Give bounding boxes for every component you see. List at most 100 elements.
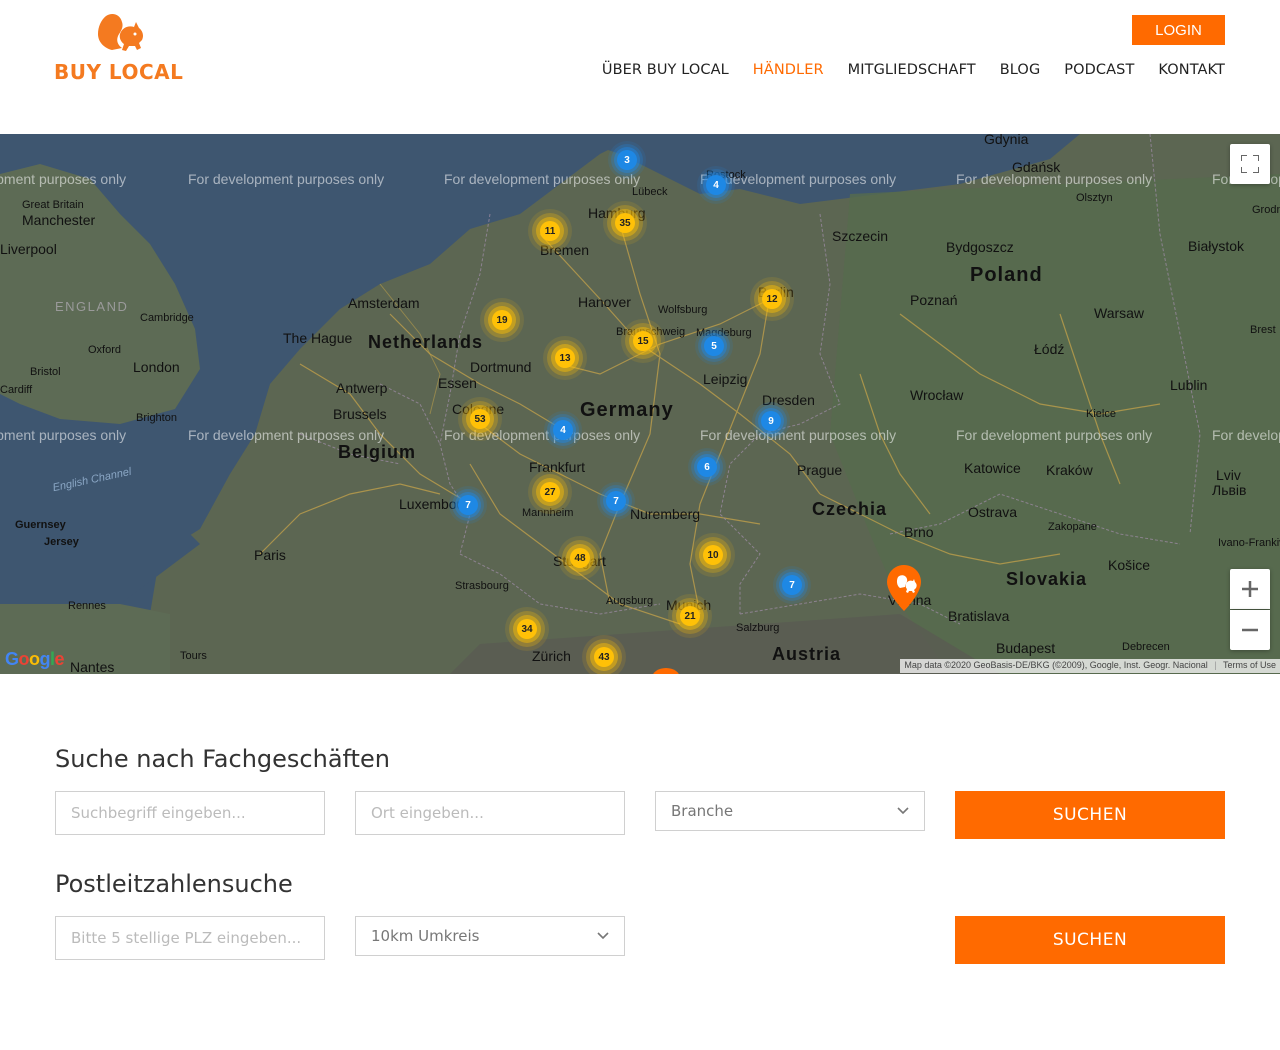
- chevron-down-icon: [597, 932, 609, 940]
- plus-icon: [1242, 581, 1258, 597]
- map-label-city: Jersey: [44, 536, 79, 548]
- map-label-city: Rennes: [68, 600, 106, 612]
- map-label-city: The Hague: [283, 330, 353, 346]
- category-select-value: Branche: [671, 802, 734, 820]
- nav-item-mitgliedschaft[interactable]: MITGLIEDSCHAFT: [848, 62, 976, 78]
- nav-item-haendler[interactable]: HÄNDLER: [753, 62, 824, 78]
- map-label-city: Mannheim: [522, 507, 574, 519]
- map-cluster[interactable]: 27: [540, 482, 560, 502]
- location-input[interactable]: [355, 791, 625, 835]
- zoom-in-button[interactable]: [1230, 569, 1270, 609]
- map-cluster[interactable]: 7: [458, 495, 478, 515]
- minus-icon: [1242, 628, 1258, 632]
- category-select[interactable]: Branche: [655, 791, 925, 831]
- map-label-country: Poland: [970, 264, 1043, 286]
- map-label-city: Brighton: [136, 412, 177, 424]
- map-label-city: Poznań: [910, 292, 958, 308]
- map-label-city: Lübeck: [632, 186, 668, 198]
- map-label-city: Paris: [254, 547, 286, 563]
- map-label-city: Olsztyn: [1076, 192, 1113, 204]
- map-cluster[interactable]: 9: [761, 411, 781, 431]
- map-cluster[interactable]: 19: [492, 310, 512, 330]
- map-cluster[interactable]: 13: [555, 348, 575, 368]
- keyword-input[interactable]: [55, 791, 325, 835]
- map-watermark: For development purposes only: [444, 427, 641, 443]
- location-pin-icon[interactable]: [652, 668, 680, 674]
- map-label-city: Salzburg: [736, 622, 780, 634]
- map-label-region: ENGLAND: [55, 299, 129, 314]
- map-label-city: Tours: [180, 650, 207, 662]
- fullscreen-button[interactable]: [1230, 144, 1270, 184]
- map-label-city: Katowice: [964, 460, 1021, 476]
- map-label-city: Gdańsk: [1012, 159, 1061, 175]
- map-label-city: Bremen: [540, 242, 590, 258]
- map-cluster[interactable]: 7: [782, 575, 802, 595]
- map-label-city: Antwerp: [336, 380, 388, 396]
- map-label-city: London: [133, 359, 180, 375]
- map-watermark: For development purposes only: [956, 427, 1153, 443]
- map-label-city: Frankfurt: [529, 459, 586, 475]
- map-cluster[interactable]: 43: [594, 647, 614, 667]
- map-cluster[interactable]: 48: [570, 548, 590, 568]
- map-label-city: Cambridge: [140, 312, 194, 324]
- map-label-city: Zürich: [532, 648, 571, 664]
- map-cluster[interactable]: 35: [615, 213, 635, 233]
- nav-item-blog[interactable]: BLOG: [1000, 62, 1041, 78]
- map-cluster[interactable]: 34: [517, 619, 537, 639]
- location-pin-icon[interactable]: [887, 565, 921, 611]
- map-label-city: Bratislava: [948, 608, 1010, 624]
- map-cluster[interactable]: 3: [617, 150, 637, 170]
- map-label-city: Nantes: [70, 659, 115, 674]
- nav-item-ueber-buy-local[interactable]: ÜBER BUY LOCAL: [602, 62, 729, 78]
- map-label-city: Wrocław: [910, 387, 964, 403]
- map-attribution: Map data ©2020 GeoBasis-DE/BKG (©2009), …: [900, 659, 1280, 673]
- map-cluster[interactable]: 4: [706, 175, 726, 195]
- map-cluster[interactable]: 21: [680, 606, 700, 626]
- squirrel-icon: [98, 14, 143, 51]
- map-cluster[interactable]: 15: [633, 331, 653, 351]
- map-label-city: Kraków: [1046, 462, 1093, 478]
- map-label-city: Ostrava: [968, 504, 1018, 520]
- plz-search-button[interactable]: SUCHEN: [955, 916, 1225, 964]
- terms-link[interactable]: Terms of Use: [1223, 660, 1276, 670]
- zoom-out-button[interactable]: [1230, 610, 1270, 650]
- plz-input[interactable]: [55, 916, 325, 960]
- map-cluster[interactable]: 53: [470, 409, 490, 429]
- map-label-city: Brest: [1250, 324, 1276, 336]
- map-label-city: Prague: [797, 462, 843, 478]
- map-cluster[interactable]: 11: [540, 221, 560, 241]
- map-cluster[interactable]: 12: [762, 289, 782, 309]
- login-button[interactable]: LOGIN: [1132, 15, 1225, 45]
- map-cluster[interactable]: 5: [704, 336, 724, 356]
- map-cluster[interactable]: 4: [553, 420, 573, 440]
- nav-item-kontakt[interactable]: KONTAKT: [1158, 62, 1225, 78]
- radius-select[interactable]: 10km Umkreis: [355, 916, 625, 956]
- plz-title: Postleitzahlensuche: [55, 870, 293, 898]
- map-label-country: Belgium: [338, 442, 417, 462]
- map-label-country: Austria: [772, 644, 842, 664]
- map-label-city: Brno: [904, 524, 934, 540]
- map-cluster[interactable]: 10: [703, 545, 723, 565]
- map-label-city: Oxford: [88, 344, 122, 356]
- map-label-city: Hanover: [578, 294, 631, 310]
- map-label-country: Czechia: [812, 499, 888, 519]
- logo-text: BUY LOCAL: [54, 60, 184, 84]
- map-label-city: Bydgoszcz: [946, 239, 1014, 255]
- map-label-city: Lviv: [1216, 467, 1241, 483]
- merchant-map[interactable]: For development purposes only For develo…: [0, 134, 1280, 674]
- map-label-city: Augsburg: [606, 595, 654, 607]
- nav-item-podcast[interactable]: PODCAST: [1064, 62, 1134, 78]
- map-label-city: Lublin: [1170, 377, 1208, 393]
- map-label-country: Slovakia: [1006, 569, 1088, 589]
- map-cluster[interactable]: 6: [697, 457, 717, 477]
- map-watermark: For development purposes only: [0, 171, 127, 187]
- google-logo[interactable]: Google: [5, 649, 65, 670]
- map-label-city: Brussels: [333, 406, 387, 422]
- map-label-city: Nuremberg: [630, 506, 701, 522]
- map-label-city: Dortmund: [470, 359, 532, 375]
- map-label-city: Cardiff: [0, 384, 33, 396]
- logo[interactable]: BUY LOCAL: [54, 12, 194, 84]
- map-cluster[interactable]: 7: [606, 491, 626, 511]
- search-button[interactable]: SUCHEN: [955, 791, 1225, 839]
- map-watermark: For development purposes only: [188, 171, 385, 187]
